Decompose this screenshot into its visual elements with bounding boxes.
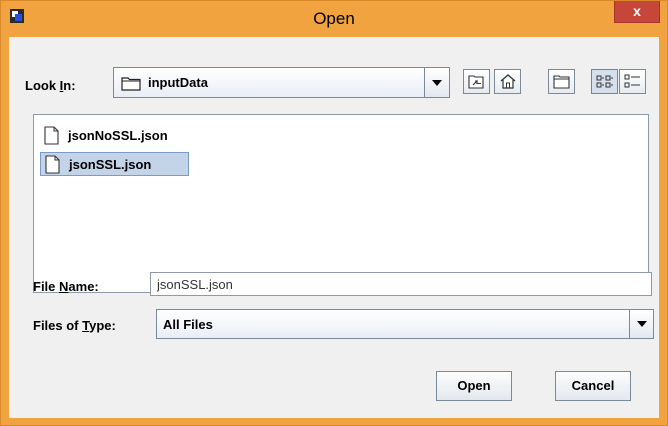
list-item[interactable]: jsonSSL.json (40, 152, 189, 176)
open-dialog: Open x Look In: inputData jsonNoSSL.json… (0, 0, 668, 426)
file-type-combobox[interactable]: All Files (156, 309, 654, 339)
folder-icon (121, 77, 141, 91)
list-view-icon (596, 75, 613, 88)
up-one-level-icon (468, 75, 484, 89)
file-type-value: All Files (163, 317, 213, 332)
details-view-button[interactable] (619, 69, 646, 94)
title-bar[interactable]: Open x (1, 1, 667, 37)
cancel-button[interactable]: Cancel (555, 371, 631, 401)
file-list[interactable]: jsonNoSSL.json jsonSSL.json (33, 114, 649, 293)
window-title: Open (313, 9, 355, 28)
look-in-label: Look In: (25, 78, 76, 93)
look-in-combobox[interactable]: inputData (113, 67, 450, 98)
up-one-level-button[interactable] (463, 69, 490, 94)
file-icon (44, 126, 59, 145)
open-button[interactable]: Open (436, 371, 512, 401)
file-name-label: jsonSSL.json (69, 157, 152, 172)
details-view-icon (624, 74, 640, 88)
new-folder-button[interactable] (548, 69, 575, 94)
look-in-dropdown-button[interactable] (424, 68, 449, 97)
list-item[interactable]: jsonNoSSL.json (40, 124, 200, 148)
file-name-label: jsonNoSSL.json (68, 128, 168, 143)
close-button[interactable]: x (614, 1, 660, 23)
dialog-body: Look In: inputData jsonNoSSL.json jsonSS… (9, 37, 659, 418)
new-folder-icon (553, 75, 570, 89)
home-icon (500, 74, 516, 89)
home-button[interactable] (494, 69, 521, 94)
file-type-dropdown-button[interactable] (629, 310, 653, 338)
list-view-button[interactable] (591, 69, 618, 94)
look-in-value: inputData (148, 75, 208, 90)
file-name-label: File Name: (33, 279, 99, 294)
file-icon (45, 155, 60, 174)
file-name-input[interactable] (150, 272, 652, 296)
file-type-label: Files of Type: (33, 318, 116, 333)
close-icon: x (633, 3, 641, 19)
